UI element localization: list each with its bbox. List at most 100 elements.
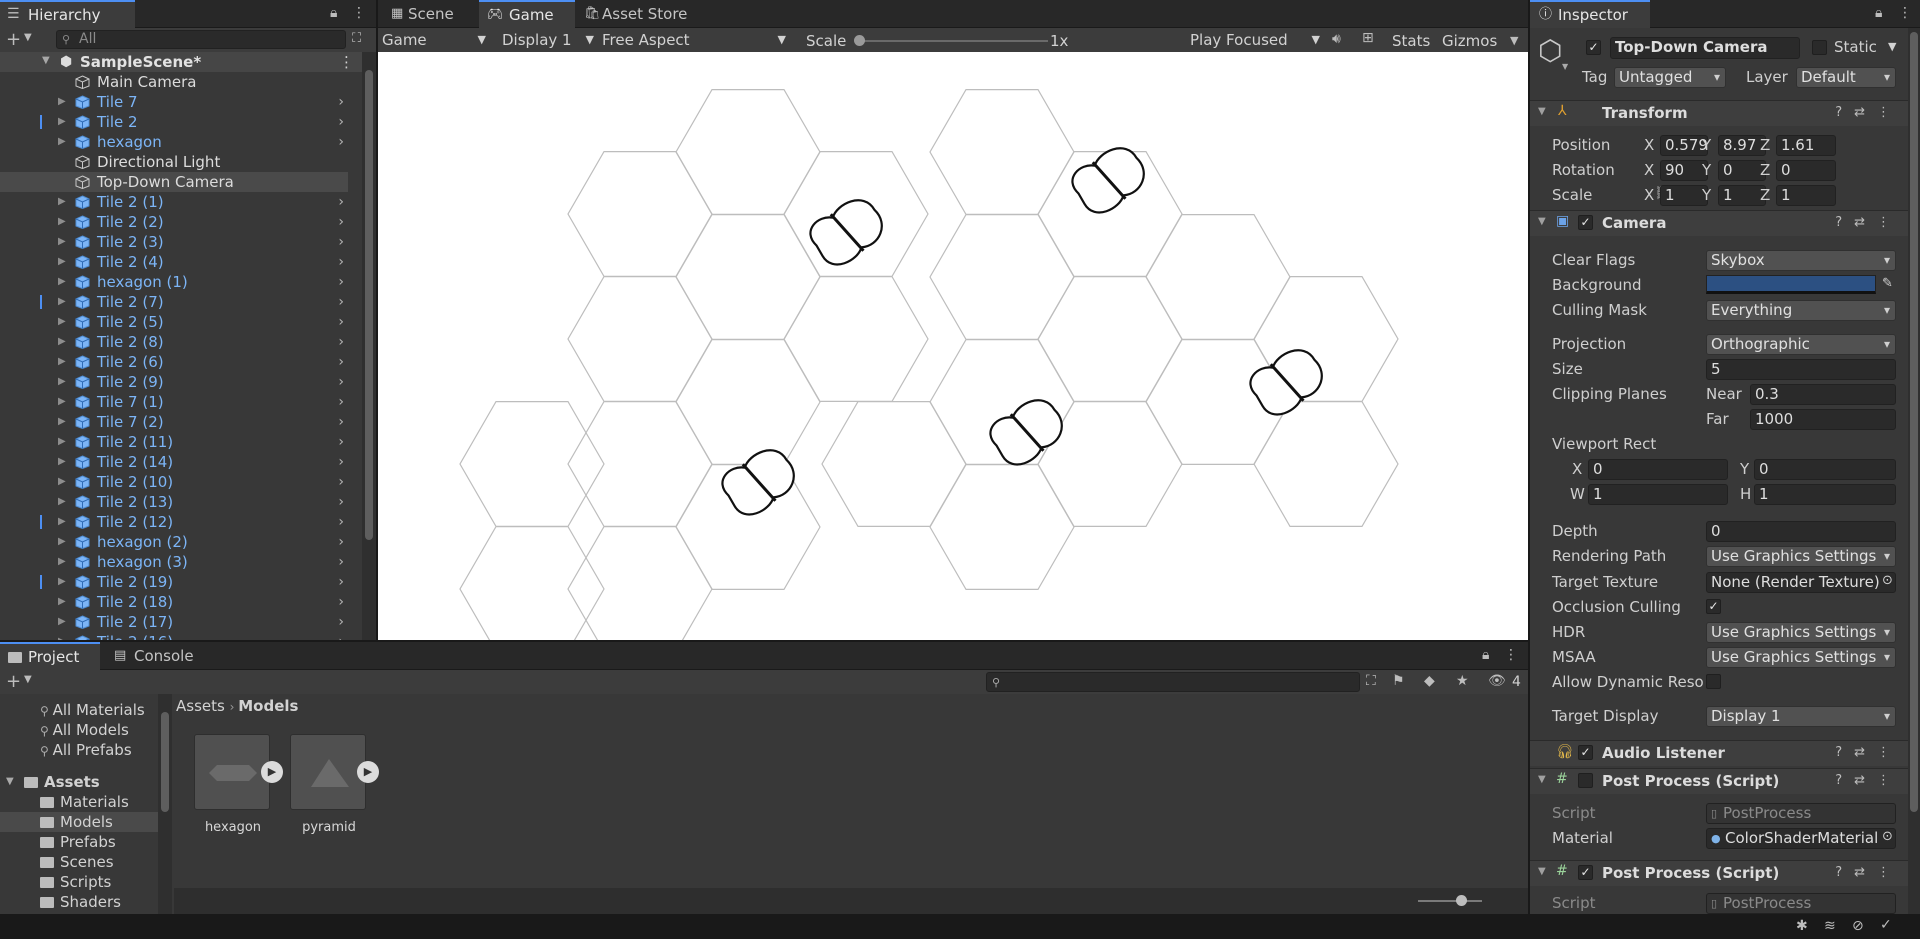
bug-icon[interactable]: ✱ <box>1796 918 1808 934</box>
rendering-path-dropdown[interactable]: Use Graphics Settings <box>1706 546 1896 567</box>
chevron-down-icon[interactable]: ▼ <box>1510 34 1518 47</box>
component-actions[interactable]: ?⇄⋮ <box>1835 745 1902 760</box>
target-display-dropdown[interactable]: Display 1 <box>1706 706 1896 727</box>
no-sync-icon[interactable]: ⊘ <box>1852 918 1864 934</box>
camera-enabled-checkbox[interactable]: ✓ <box>1578 215 1593 230</box>
expand-arrow-icon[interactable]: ▶ <box>58 532 66 552</box>
tag-dropdown[interactable]: Untagged <box>1614 67 1726 88</box>
post-process-2-checkbox[interactable]: ✓ <box>1578 865 1593 880</box>
hierarchy-item[interactable]: Directional Light <box>0 152 348 172</box>
expand-arrow-icon[interactable]: ▼ <box>42 55 50 66</box>
chevron-right-icon[interactable]: › <box>338 512 344 532</box>
favorite-item[interactable]: ⚲ All Materials <box>40 700 145 720</box>
background-color-field[interactable] <box>1706 275 1876 294</box>
speaker-icon[interactable]: 🔊︎ <box>1332 31 1341 47</box>
tab-scene[interactable]: ▦ Scene <box>382 0 464 28</box>
chevron-right-icon[interactable]: › <box>338 412 344 432</box>
size-field[interactable]: 5 <box>1706 359 1896 380</box>
play-circle-icon[interactable]: ▶ <box>261 761 283 783</box>
layer-dropdown[interactable]: Default <box>1796 67 1896 88</box>
lock-icon[interactable]: 🔒︎ <box>1482 647 1489 663</box>
rotation-z-field[interactable]: 0 <box>1776 160 1836 181</box>
expand-arrow-icon[interactable]: ▶ <box>58 512 66 532</box>
scale-x-field[interactable]: 1 <box>1660 185 1708 206</box>
folder-item[interactable]: Models <box>0 812 158 832</box>
component-actions[interactable]: ?⇄⋮ <box>1835 215 1902 230</box>
expand-arrow-icon[interactable]: ▶ <box>58 232 66 252</box>
hierarchy-item[interactable]: ▶ Tile 2 (18) › <box>0 592 348 612</box>
viewport-w-field[interactable]: 1 <box>1588 484 1728 505</box>
post-process-1-header[interactable]: ▼ # Post Process (Script) ?⇄⋮ <box>1530 768 1908 794</box>
expand-arrow-icon[interactable]: ▶ <box>58 212 66 232</box>
expand-arrow-icon[interactable]: ▶ <box>58 312 66 332</box>
folder-item[interactable]: Shaders <box>0 892 158 912</box>
chevron-right-icon[interactable]: › <box>338 552 344 572</box>
scrollbar-thumb[interactable] <box>161 712 169 812</box>
chevron-right-icon[interactable]: › <box>338 112 344 132</box>
favorite-item[interactable]: ⚲ All Models <box>40 720 129 740</box>
scale-z-field[interactable]: 1 <box>1776 185 1836 206</box>
asset-pyramid[interactable]: ▶ pyramid <box>290 734 379 835</box>
add-icon[interactable]: + <box>6 671 21 692</box>
target-texture-field[interactable]: None (Render Texture) <box>1706 572 1896 593</box>
chevron-right-icon[interactable]: › <box>338 132 344 152</box>
expand-arrow-icon[interactable]: ▶ <box>58 332 66 352</box>
hierarchy-item[interactable]: ▶ Tile 2 (1) › <box>0 192 348 212</box>
fold-arrow-icon[interactable]: ▼ <box>1538 216 1546 227</box>
tab-project[interactable]: Project <box>0 642 100 670</box>
hierarchy-item[interactable]: ▶ Tile 2 › <box>0 112 348 132</box>
hierarchy-item[interactable]: ▶ Tile 2 (9) › <box>0 372 348 392</box>
expand-arrow-icon[interactable]: ▶ <box>58 392 66 412</box>
eyedropper-icon[interactable]: ✎ <box>1882 276 1893 291</box>
aspect-dropdown[interactable]: Free Aspect ▼ <box>602 29 792 51</box>
chevron-right-icon[interactable]: › <box>338 612 344 632</box>
chevron-right-icon[interactable]: › <box>338 472 344 492</box>
more-menu-icon[interactable]: ⋮ <box>352 5 366 21</box>
viewport-y-field[interactable]: 0 <box>1754 459 1896 480</box>
game-viewport[interactable] <box>378 52 1528 640</box>
game-mode-dropdown[interactable]: Game ▼ <box>382 29 492 51</box>
hierarchy-item[interactable]: ▶ Tile 2 (13) › <box>0 492 348 512</box>
hierarchy-item[interactable]: ▶ Tile 2 (17) › <box>0 612 348 632</box>
near-field[interactable]: 0.3 <box>1750 384 1896 405</box>
hierarchy-item[interactable]: ▶ Tile 2 (19) › <box>0 572 348 592</box>
expand-arrow-icon[interactable]: ▶ <box>58 432 66 452</box>
breadcrumb-models[interactable]: Models <box>238 697 298 715</box>
expand-arrow-icon[interactable]: ▶ <box>58 92 66 112</box>
viewport-h-field[interactable]: 1 <box>1754 484 1896 505</box>
hierarchy-item[interactable]: ▶ Tile 2 (3) › <box>0 232 348 252</box>
chevron-right-icon[interactable]: › <box>338 212 344 232</box>
hierarchy-item[interactable]: ▶ Tile 7 › <box>0 92 348 112</box>
hierarchy-item[interactable]: ▶ Tile 2 (4) › <box>0 252 348 272</box>
fold-arrow-icon[interactable]: ▼ <box>1538 866 1546 877</box>
chevron-right-icon[interactable]: › <box>338 432 344 452</box>
expand-arrow-icon[interactable]: ▶ <box>58 472 66 492</box>
hierarchy-item[interactable]: ▶ Tile 2 (8) › <box>0 332 348 352</box>
depth-field[interactable]: 0 <box>1706 521 1896 542</box>
thumbnail-size-slider[interactable] <box>1418 895 1482 906</box>
stats-button[interactable]: Stats <box>1392 30 1430 52</box>
viewport-x-field[interactable]: 0 <box>1588 459 1728 480</box>
play-focused-dropdown[interactable]: Play Focused ▼ <box>1190 29 1324 51</box>
audio-listener-header[interactable]: 🎧︎ ✓ Audio Listener ?⇄⋮ <box>1530 740 1908 766</box>
chevron-right-icon[interactable]: › <box>338 312 344 332</box>
rotation-z-label[interactable]: Z <box>1760 161 1770 179</box>
far-field[interactable]: 1000 <box>1750 409 1896 430</box>
folder-item[interactable]: Scripts <box>0 872 158 892</box>
hierarchy-item[interactable]: ▶ Tile 7 (2) › <box>0 412 348 432</box>
hierarchy-scrollbar[interactable] <box>362 52 376 640</box>
allow-dynamic-resolution-checkbox[interactable] <box>1706 674 1721 689</box>
expand-arrow-icon[interactable]: ▶ <box>58 452 66 472</box>
chevron-down-icon[interactable]: ▼ <box>24 674 32 685</box>
chevron-right-icon[interactable]: › <box>338 492 344 512</box>
audio-listener-checkbox[interactable]: ✓ <box>1578 745 1593 760</box>
rotation-y-field[interactable]: 0 <box>1718 160 1766 181</box>
component-actions[interactable]: ?⇄⋮ <box>1835 773 1902 788</box>
tab-asset-store[interactable]: 🛍︎ Asset Store <box>576 0 697 28</box>
chevron-right-icon[interactable]: › <box>338 272 344 292</box>
expand-arrow-icon[interactable]: ▶ <box>58 492 66 512</box>
chevron-right-icon[interactable]: › <box>338 372 344 392</box>
project-search-input[interactable]: ⚲ <box>986 672 1360 692</box>
projection-dropdown[interactable]: Orthographic <box>1706 334 1896 355</box>
object-picker-icon[interactable]: ⊙ <box>1882 829 1893 844</box>
